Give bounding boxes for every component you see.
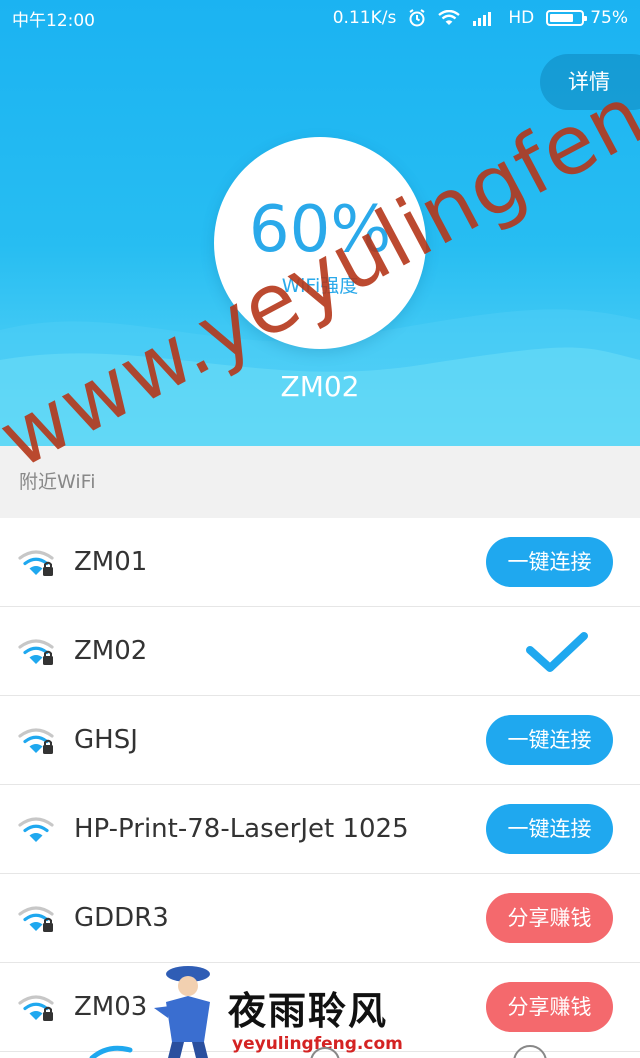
wifi-locked-icon (18, 906, 54, 932)
wifi-row[interactable]: GDDR3 分享赚钱 (0, 874, 640, 963)
wifi-locked-icon (18, 728, 54, 754)
watermark-logo-cn: 夜雨聆风 (228, 989, 389, 1033)
wifi-ssid: HP-Print-78-LaserJet 1025 (74, 814, 409, 844)
nearby-wifi-list: ZM01 一键连接 ZM02 GHSJ 一键连接 HP-Print-78-LaserJet… (0, 518, 640, 1052)
wifi-row[interactable]: ZM02 (0, 607, 640, 696)
battery-percent: 75% (590, 8, 628, 28)
one-click-connect-button[interactable]: 一键连接 (486, 715, 613, 765)
status-time: 中午12:00 (12, 10, 95, 31)
battery-icon (546, 10, 588, 26)
share-earn-button[interactable]: 分享赚钱 (486, 982, 613, 1032)
signal-strength-gauge: 60% WiFi强度 (214, 137, 426, 349)
network-type: HD (508, 8, 535, 28)
wifi-row[interactable]: ZM01 一键连接 (0, 518, 640, 607)
wifi-ssid: ZM01 (74, 547, 148, 577)
network-speed: 0.11K/s (332, 8, 397, 28)
battery-indicator: 75% (546, 8, 628, 28)
wifi-row[interactable]: GHSJ 一键连接 (0, 696, 640, 785)
wifi-ssid: ZM02 (74, 636, 148, 666)
signal-strength-value: 60% (248, 193, 392, 267)
wifi-strength-header: 中午12:00 0.11K/s HD 75% 详情 60% WiFi强度 ZM0… (0, 0, 640, 446)
connected-check-icon (526, 632, 588, 672)
wifi-signal-icon (18, 817, 54, 842)
wifi-locked-icon (18, 639, 54, 665)
detail-button[interactable]: 详情 (540, 54, 640, 110)
cell-signal-icon (473, 12, 492, 26)
wifi-ssid: GDDR3 (74, 903, 169, 933)
wifi-row[interactable]: HP-Print-78-LaserJet 1025 一键连接 (0, 785, 640, 874)
wifi-ssid: GHSJ (74, 725, 138, 755)
nearby-wifi-header: 附近WiFi (0, 446, 640, 518)
one-click-connect-button[interactable]: 一键连接 (486, 804, 613, 854)
wifi-locked-icon (18, 995, 54, 1021)
wifi-icon (438, 10, 461, 25)
signal-strength-label: WiFi强度 (281, 275, 359, 297)
status-bar: 中午12:00 0.11K/s HD 75% (0, 0, 640, 36)
wifi-locked-icon (18, 550, 54, 576)
alarm-icon (409, 9, 425, 27)
one-click-connect-button[interactable]: 一键连接 (486, 537, 613, 587)
bottom-tab-bar-peek (89, 1045, 547, 1058)
wifi-ssid: ZM03 (74, 992, 148, 1022)
current-network-name: ZM02 (280, 370, 360, 403)
share-earn-button[interactable]: 分享赚钱 (486, 893, 613, 943)
